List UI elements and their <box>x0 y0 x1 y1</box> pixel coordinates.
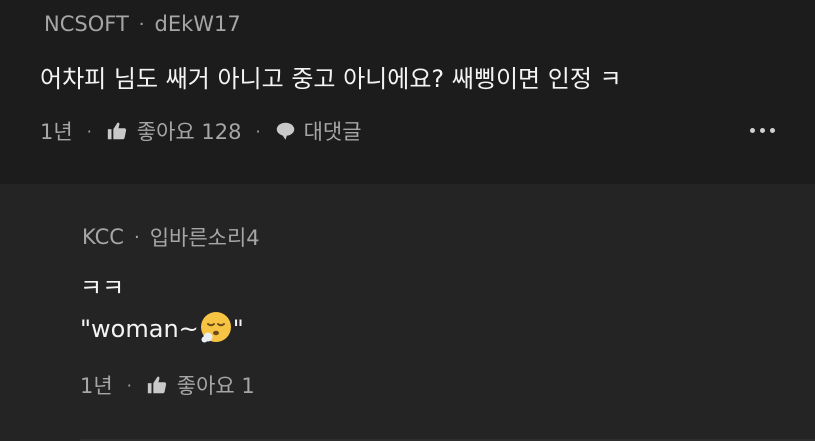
reply-card: KCC · 입바른소리4 ㅋㅋ "woman~ " 1년 · 좋아요 1 <box>0 184 815 441</box>
timestamp: 1년 <box>80 374 113 398</box>
like-count: 좋아요 128 <box>136 120 242 144</box>
like-button[interactable]: 좋아요 128 <box>106 116 242 146</box>
reply-text-line-2: "woman~ " <box>80 311 244 349</box>
separator-dot: · <box>255 121 261 141</box>
nickname-label[interactable]: 입바른소리4 <box>150 222 260 252</box>
reply-text-after-emoji: " <box>232 315 244 343</box>
reply-meta: KCC · 입바른소리4 <box>82 222 260 252</box>
separator-dot: · <box>126 375 132 395</box>
reply-button[interactable]: 대댓글 <box>275 116 362 146</box>
exhaling-face-emoji <box>200 311 232 349</box>
comment-text: 어차피 님도 쌔거 아니고 중고 아니에요? 쌔삥이면 인정 ㅋ <box>40 65 622 93</box>
comment-card: NCSOFT · dEkW17 어차피 님도 쌔거 아니고 중고 아니에요? 쌔… <box>0 0 815 184</box>
thumbs-up-icon <box>146 374 168 396</box>
separator-dot: · <box>133 226 140 248</box>
separator-dot: · <box>86 121 92 141</box>
like-count: 좋아요 1 <box>176 374 255 398</box>
nickname-label[interactable]: dEkW17 <box>155 12 241 36</box>
reply-label: 대댓글 <box>303 120 362 144</box>
separator-dot: · <box>138 13 145 35</box>
comment-meta: NCSOFT · dEkW17 <box>44 12 241 36</box>
thumbs-up-icon <box>106 120 128 142</box>
author-label[interactable]: NCSOFT <box>44 12 129 36</box>
author-label[interactable]: KCC <box>82 225 124 249</box>
comment-actions: 1년 · 좋아요 128 · 대댓글 <box>40 116 362 146</box>
more-options-button[interactable] <box>750 128 775 133</box>
speech-bubble-icon <box>275 121 296 141</box>
reply-actions: 1년 · 좋아요 1 <box>80 370 255 400</box>
reply-text-line-1: ㅋㅋ <box>80 274 125 302</box>
timestamp: 1년 <box>40 120 73 144</box>
more-dots-icon <box>750 128 755 133</box>
like-button[interactable]: 좋아요 1 <box>146 370 255 400</box>
reply-text-before-emoji: "woman~ <box>80 315 199 343</box>
